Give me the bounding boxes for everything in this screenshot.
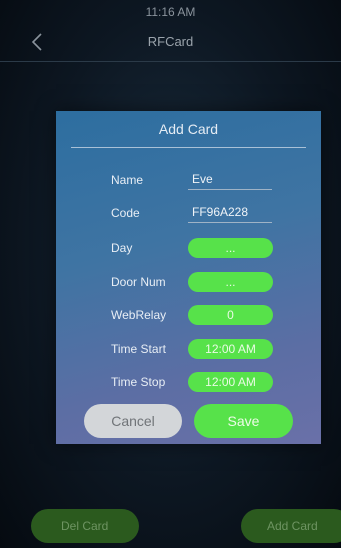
del-card-button[interactable]: Del Card — [31, 509, 139, 543]
name-label: Name — [111, 173, 144, 187]
webrelay-select-button[interactable]: 0 — [188, 305, 273, 325]
day-row: Day ... — [56, 236, 321, 260]
header-divider — [0, 61, 341, 62]
rfcard-screen: 11:16 AM RFCard Add Card Name Eve Code F… — [0, 0, 341, 548]
status-bar-time: 11:16 AM — [145, 5, 196, 19]
webrelay-row: WebRelay 0 — [56, 303, 321, 327]
add-card-button[interactable]: Add Card — [241, 509, 341, 543]
name-field[interactable]: Eve — [188, 168, 272, 190]
code-row: Code FF96A228 — [56, 201, 321, 225]
time-stop-label: Time Stop — [111, 375, 166, 389]
add-card-dialog: Add Card Name Eve Code FF96A228 Day ... … — [56, 111, 321, 444]
code-field[interactable]: FF96A228 — [188, 201, 272, 223]
save-button[interactable]: Save — [194, 404, 293, 438]
door-num-select-button[interactable]: ... — [188, 272, 273, 292]
name-row: Name Eve — [56, 168, 321, 192]
door-num-label: Door Num — [111, 275, 166, 289]
door-num-row: Door Num ... — [56, 270, 321, 294]
time-start-label: Time Start — [111, 342, 166, 356]
dialog-divider — [71, 147, 306, 148]
top-bar: RFCard — [0, 24, 341, 60]
page-title: RFCard — [147, 34, 194, 49]
time-start-row: Time Start 12:00 AM — [56, 337, 321, 361]
day-select-button[interactable]: ... — [188, 238, 273, 258]
time-start-button[interactable]: 12:00 AM — [188, 339, 273, 359]
dialog-title: Add Card — [158, 121, 219, 137]
code-label: Code — [111, 206, 140, 220]
time-stop-button[interactable]: 12:00 AM — [188, 372, 273, 392]
time-stop-row: Time Stop 12:00 AM — [56, 370, 321, 394]
add-card-label: Add Card — [267, 519, 318, 533]
webrelay-label: WebRelay — [111, 308, 167, 322]
cancel-button[interactable]: Cancel — [84, 404, 182, 438]
del-card-label: Del Card — [61, 519, 109, 533]
day-label: Day — [111, 241, 133, 255]
